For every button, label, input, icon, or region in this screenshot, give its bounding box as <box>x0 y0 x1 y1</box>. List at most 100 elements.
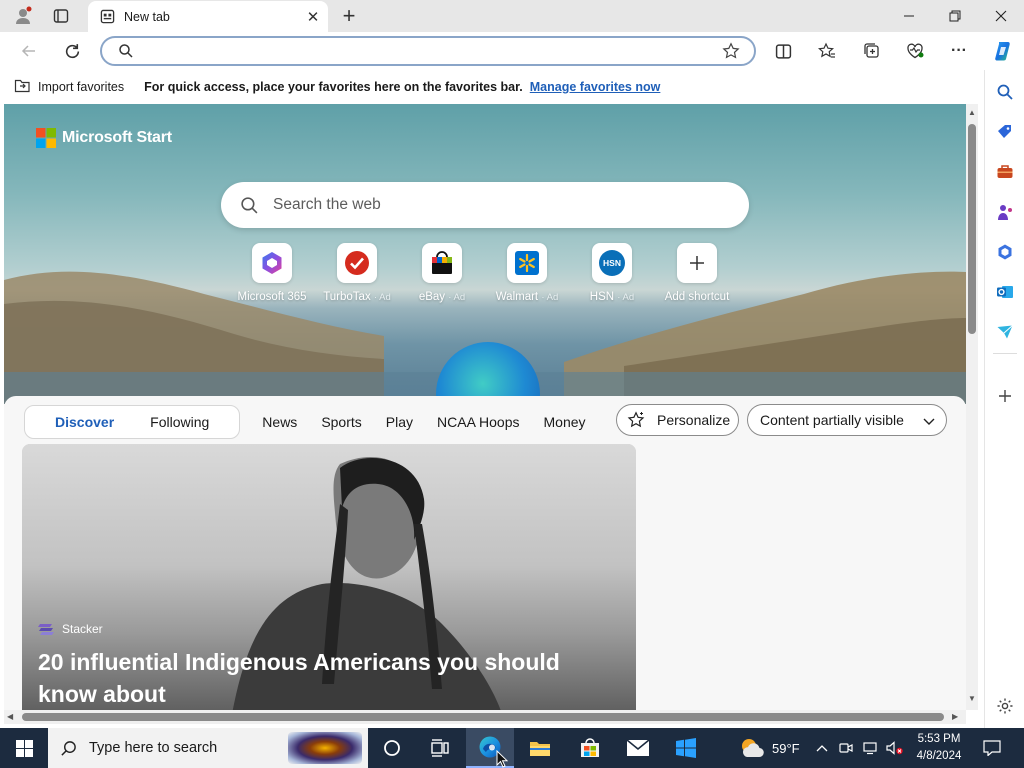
news-feed: Discover Following News Sports Play NCAA… <box>4 396 966 710</box>
shortcut-microsoft-365[interactable]: Microsoft 365 <box>230 243 314 303</box>
address-input[interactable] <box>140 41 700 61</box>
address-bar[interactable] <box>100 36 756 66</box>
tab-actions-icon[interactable] <box>48 0 74 32</box>
ebay-icon <box>422 243 462 283</box>
vertical-scrollbar[interactable]: ▲ ▼ <box>966 104 978 710</box>
shortcut-ebay[interactable]: eBay · Ad <box>400 243 484 303</box>
scroll-right-arrow-icon[interactable]: ▶ <box>952 712 958 721</box>
microsoft-start-brand[interactable]: Microsoft Start <box>36 128 172 148</box>
shortcut-label: Add shortcut <box>664 291 730 303</box>
tab-ncaa-hoops[interactable]: NCAA Hoops <box>425 414 531 430</box>
cortana-icon[interactable] <box>368 728 416 768</box>
article-headline[interactable]: 20 influential Indigenous Americans you … <box>38 646 598 710</box>
personalize-label: Personalize <box>657 412 731 428</box>
mail-icon[interactable] <box>614 728 662 768</box>
favorite-star-icon[interactable] <box>722 42 740 63</box>
tab-play[interactable]: Play <box>374 414 425 430</box>
personalize-button[interactable]: Personalize <box>616 404 739 436</box>
minimize-icon[interactable] <box>886 0 932 32</box>
close-tab-icon[interactable]: ✕ <box>298 2 328 32</box>
scroll-up-arrow-icon[interactable]: ▲ <box>968 108 976 117</box>
sidebar-microsoft-365-icon[interactable] <box>993 240 1017 264</box>
new-tab-plus-icon[interactable]: + <box>336 3 362 29</box>
weather-temperature[interactable]: 59°F <box>772 741 800 756</box>
refresh-icon[interactable] <box>57 36 87 66</box>
sidebar-add-icon[interactable] <box>993 384 1017 408</box>
browser-essentials-icon[interactable] <box>900 36 930 66</box>
favorites-tip-text: For quick access, place your favorites h… <box>144 80 523 94</box>
tab-news[interactable]: News <box>250 414 309 430</box>
copilot-icon[interactable] <box>988 36 1018 66</box>
horizontal-scrollbar[interactable]: ◀ ▶ <box>4 710 966 724</box>
notification-center-icon[interactable] <box>978 728 1006 768</box>
favorites-icon[interactable] <box>812 36 842 66</box>
settings-more-icon[interactable]: ··· <box>944 36 974 66</box>
tab-new-tab[interactable]: New tab ✕ <box>88 1 328 32</box>
content-visibility-dropdown[interactable]: Content partially visible <box>747 404 947 436</box>
tab-discover[interactable]: Discover <box>43 414 126 430</box>
sidebar-divider <box>993 353 1017 354</box>
task-view-icon[interactable] <box>416 728 464 768</box>
system-clock[interactable]: 5:53 PM 4/8/2024 <box>904 731 974 765</box>
manage-favorites-link[interactable]: Manage favorites now <box>530 80 661 94</box>
search-icon <box>118 43 134 62</box>
chevron-down-icon <box>922 414 936 428</box>
favorites-bar: Import favorites For quick access, place… <box>0 70 984 104</box>
start-button-icon[interactable] <box>0 728 48 768</box>
shortcut-ad-badge: · Ad <box>617 292 635 303</box>
source-name: Stacker <box>62 622 103 636</box>
file-explorer-icon[interactable] <box>516 728 564 768</box>
scroll-left-arrow-icon[interactable]: ◀ <box>7 712 13 721</box>
show-hidden-icons-chevron-icon[interactable] <box>812 728 832 768</box>
turbotax-icon <box>337 243 377 283</box>
sidebar-settings-icon[interactable] <box>993 694 1017 718</box>
taskbar-search-icon <box>60 740 77 757</box>
taskbar-search-placeholder: Type here to search <box>89 740 218 756</box>
windows-logo-app-icon[interactable] <box>662 728 710 768</box>
scroll-down-arrow-icon[interactable]: ▼ <box>968 694 976 703</box>
news-card[interactable]: Stacker 20 influential Indigenous Americ… <box>22 444 636 710</box>
edge-sidebar <box>984 70 1024 728</box>
close-window-icon[interactable] <box>978 0 1024 32</box>
sidebar-search-icon[interactable] <box>993 80 1017 104</box>
profile-avatar-icon[interactable] <box>10 0 36 32</box>
shortcut-add[interactable]: Add shortcut <box>655 243 739 303</box>
tab-sports[interactable]: Sports <box>309 414 373 430</box>
sidebar-games-icon[interactable] <box>993 200 1017 224</box>
shortcut-ad-badge: · Ad <box>541 292 559 303</box>
weather-cloud-sun-icon[interactable] <box>736 728 768 768</box>
network-icon[interactable] <box>860 728 882 768</box>
back-arrow-icon[interactable] <box>14 36 44 66</box>
web-search-box[interactable]: Search the web <box>221 182 749 228</box>
sidebar-outlook-icon[interactable] <box>993 280 1017 304</box>
microsoft-store-icon[interactable] <box>566 728 614 768</box>
horizontal-scroll-thumb[interactable] <box>22 713 944 721</box>
hsn-logo-text: HSN <box>599 250 625 276</box>
sidebar-drop-icon[interactable] <box>993 320 1017 344</box>
shortcut-turbotax[interactable]: TurboTax · Ad <box>315 243 399 303</box>
meet-now-icon[interactable] <box>836 728 856 768</box>
card-source[interactable]: Stacker <box>38 622 103 636</box>
sidebar-tools-icon[interactable] <box>993 160 1017 184</box>
split-screen-icon[interactable] <box>768 36 798 66</box>
microsoft-logo-icon <box>36 128 56 148</box>
sidebar-shopping-icon[interactable] <box>993 120 1017 144</box>
hsn-icon: HSN <box>592 243 632 283</box>
collections-icon[interactable] <box>857 36 887 66</box>
clock-date: 4/8/2024 <box>916 750 962 762</box>
tab-following[interactable]: Following <box>138 414 221 430</box>
taskbar-search-box[interactable]: Type here to search <box>48 728 368 768</box>
microsoft-365-icon <box>252 243 292 283</box>
shortcut-hsn[interactable]: HSN HSN · Ad <box>570 243 654 303</box>
shortcut-walmart[interactable]: Walmart · Ad <box>485 243 569 303</box>
tab-money[interactable]: Money <box>532 414 598 430</box>
plus-icon <box>677 243 717 283</box>
clock-time: 5:53 PM <box>917 733 961 745</box>
volume-muted-icon[interactable] <box>884 728 906 768</box>
title-bar: New tab ✕ + <box>0 0 1024 32</box>
restore-icon[interactable] <box>932 0 978 32</box>
import-favorites-button[interactable]: Import favorites <box>14 78 124 96</box>
vertical-scroll-thumb[interactable] <box>968 124 976 334</box>
shortcut-label: Microsoft 365 <box>237 291 307 303</box>
brand-name: Microsoft Start <box>62 129 172 146</box>
